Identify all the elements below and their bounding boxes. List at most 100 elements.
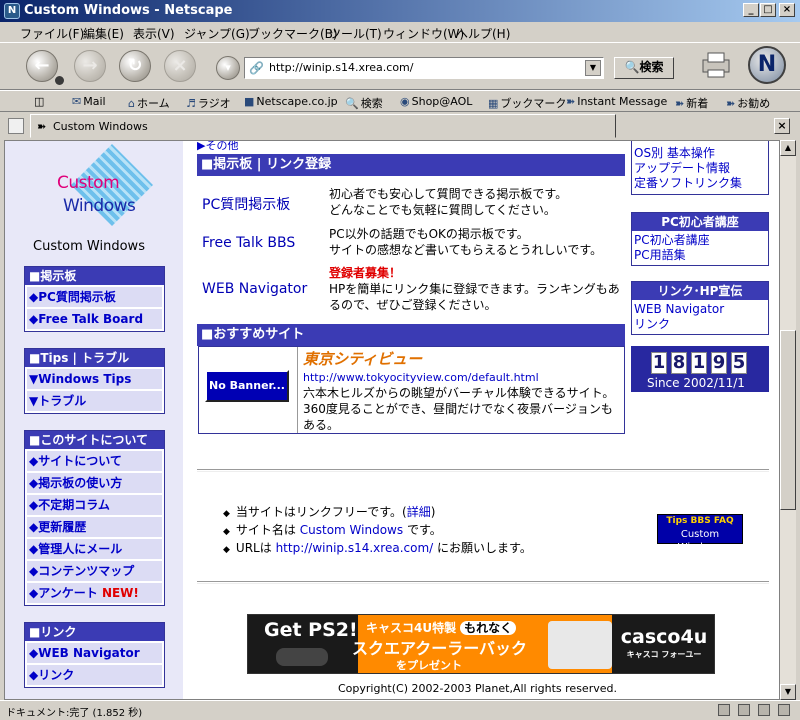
ad-banner[interactable]: Get PS2! キャスコ4U特製 もれなく スクエアクーラーバック をプレゼント… — [247, 614, 715, 674]
back-button[interactable]: ← — [26, 50, 58, 82]
netscape-logo[interactable]: N — [748, 46, 786, 84]
close-tab-button[interactable]: × — [774, 118, 790, 134]
board-desc: 初心者でも安心して質問できる掲示板です。 — [329, 187, 568, 201]
url-text[interactable]: http://winip.s14.xrea.com/ — [269, 61, 413, 74]
toolbar-item-home[interactable]: ⌂ ホーム — [128, 95, 170, 111]
toolbar-item-new[interactable]: ➽ 新着 — [675, 95, 708, 111]
ad-line3: をプレゼント — [396, 659, 462, 672]
sidebar-item-about-site[interactable]: ◆サイトについて — [27, 451, 162, 471]
new-badge: NEW! — [101, 586, 139, 600]
bullet-text: URLは — [235, 541, 272, 555]
toolbar-item-radio[interactable]: ♬ ラジオ — [186, 95, 231, 111]
reload-button[interactable]: ↻ — [119, 50, 151, 82]
component-bar-icon[interactable] — [778, 704, 790, 716]
toolbar-item-label: 検索 — [360, 97, 383, 110]
toolbar-item-label: ホーム — [136, 97, 170, 110]
sidebar-item-bbs-usage[interactable]: ◆掲示板の使い方 — [27, 473, 162, 493]
search-icon: 🔍 — [624, 60, 640, 74]
sidebar-item-history[interactable]: ◆更新履歴 — [27, 517, 162, 537]
right-link[interactable]: WEB Navigator — [632, 302, 768, 317]
close-button[interactable]: × — [779, 3, 795, 17]
bookmark-icon: ➽ — [726, 97, 736, 110]
site-name-link[interactable]: Custom Windows — [300, 523, 403, 537]
offline-icon[interactable] — [718, 704, 730, 716]
bullet-text: ) — [430, 505, 436, 519]
url-dropdown-button[interactable]: ▾ — [216, 56, 240, 80]
board-link-web-navigator[interactable]: WEB Navigator — [202, 281, 307, 297]
toolbar-item-label: お勧め — [737, 97, 771, 110]
board-desc: るので、ぜひご登録ください。 — [329, 298, 497, 312]
details-link[interactable]: 詳細 — [407, 505, 431, 519]
menu-edit[interactable]: 編集(E) — [83, 25, 124, 42]
menu-tools[interactable]: ツール(T) — [329, 25, 382, 42]
sidebar-item-pc-question[interactable]: ◆PC質問掲示板 — [27, 287, 162, 307]
new-tab-icon[interactable] — [8, 118, 24, 134]
toolbar-item-bookmarks[interactable]: ▦ ブックマーク — [488, 95, 566, 111]
home-icon: ⌂ — [128, 97, 135, 110]
sidebar-item-links[interactable]: ◆リンク — [27, 665, 162, 685]
maximize-button[interactable]: □ — [760, 3, 776, 17]
bullet-text: サイト名は — [235, 523, 296, 537]
right-link[interactable]: リンク — [632, 317, 768, 332]
recruit-label: 登録者募集！ — [329, 266, 402, 280]
sidebar-item-free-talk[interactable]: ◆Free Talk Board — [27, 309, 162, 329]
scroll-up-button[interactable]: ▲ — [780, 140, 796, 156]
sidebar-item-web-navigator[interactable]: ◆WEB Navigator — [27, 643, 162, 663]
section-title: ■掲示板 — [25, 267, 164, 285]
toolbar-item-search[interactable]: 🔍 検索 — [345, 95, 383, 111]
toolbar-item-recommend[interactable]: ➽ お勧め — [726, 95, 770, 111]
toolbar-item-mail[interactable]: ✉ Mail — [72, 95, 106, 108]
sidebar-item-mail-admin[interactable]: ◆管理人にメール — [27, 539, 162, 559]
personal-toolbar: ◫ ✉ Mail ⌂ ホーム ♬ ラジオ ■ Netscape.co.jp 🔍 検索 ◉ S… — [0, 90, 800, 112]
tab-custom-windows[interactable]: ➽ Custom Windows — [30, 114, 616, 138]
security-lock-icon[interactable] — [738, 704, 750, 716]
right-link[interactable]: 定番ソフトリンク集 — [632, 176, 768, 191]
counter-since: Since 2002/11/1 — [647, 376, 745, 390]
status-bar: ドキュメント:完了 (1.852 秒) — [0, 700, 800, 720]
toolbar-item-instant-message[interactable]: ➽ Instant Message — [566, 95, 667, 108]
search-button[interactable]: 🔍検索 — [614, 57, 674, 79]
toolbar-item-netscape[interactable]: ■ Netscape.co.jp — [244, 95, 338, 108]
site-logo[interactable]: Custom Windows — [45, 143, 157, 241]
scroll-thumb[interactable] — [780, 330, 796, 510]
tips-banner[interactable]: Tips BBS FAQ Custom Windows — [657, 514, 743, 553]
right-link[interactable]: OS別 基本操作 — [632, 146, 768, 161]
vertical-scrollbar[interactable]: ▲ ▼ — [780, 140, 796, 700]
print-icon[interactable] — [700, 50, 734, 80]
toolbar-item-shop[interactable]: ◉ Shop@AOL — [400, 95, 472, 108]
menu-file[interactable]: ファイル(F) — [20, 25, 84, 42]
stop-button[interactable]: × — [164, 50, 196, 82]
menu-bookmarks[interactable]: ブックマーク(B) — [248, 25, 338, 42]
right-link[interactable]: PC初心者講座 — [632, 233, 768, 248]
recommend-banner[interactable]: No Banner... — [205, 370, 289, 402]
more-link[interactable]: ▶その他 — [197, 141, 238, 153]
board-link-pc-question[interactable]: PC質問掲示板 — [202, 194, 290, 214]
menu-window[interactable]: ウィンドウ(W) — [383, 25, 464, 42]
site-url-link[interactable]: http://winip.s14.xrea.com/ — [276, 541, 434, 555]
url-history-dropdown[interactable]: ▼ — [585, 60, 601, 76]
board-link-free-talk[interactable]: Free Talk BBS — [202, 235, 295, 251]
search-button-label: 検索 — [639, 60, 664, 74]
sidebar-item-survey[interactable]: ◆アンケート NEW! — [27, 583, 162, 603]
sidebar-item-trouble[interactable]: ▼トラブル — [27, 391, 162, 411]
minimize-button[interactable]: _ — [743, 3, 759, 17]
forward-button[interactable]: → — [74, 50, 106, 82]
url-field[interactable]: 🔗 http://winip.s14.xrea.com/ ▼ — [244, 57, 604, 79]
right-link[interactable]: PC用語集 — [632, 248, 768, 263]
right-link[interactable]: アップデート情報 — [632, 161, 768, 176]
mail-icon: ✉ — [72, 95, 82, 108]
scroll-down-button[interactable]: ▼ — [780, 684, 796, 700]
recommend-url[interactable]: http://www.tokyocityview.com/default.htm… — [303, 371, 539, 384]
toolbar-menu-icon[interactable]: ◫ — [34, 95, 44, 108]
menu-view[interactable]: 表示(V) — [133, 25, 175, 42]
mail-status-icon[interactable] — [758, 704, 770, 716]
sidebar-item-column[interactable]: ◆不定期コラム — [27, 495, 162, 515]
menu-help[interactable]: ヘルプ(H) — [456, 25, 510, 42]
back-history-dropdown[interactable] — [55, 76, 64, 85]
copyright: Copyright(C) 2002-2003 Planet,All rights… — [338, 682, 617, 695]
board-desc: サイトの感想など書いてもらえるとうれしいです。 — [329, 243, 603, 257]
sidebar-item-content-map[interactable]: ◆コンテンツマップ — [27, 561, 162, 581]
sidebar-item-windows-tips[interactable]: ▼Windows Tips — [27, 369, 162, 389]
menu-go[interactable]: ジャンプ(G) — [184, 25, 250, 42]
recommend-title[interactable]: 東京シティビュー — [303, 348, 422, 369]
